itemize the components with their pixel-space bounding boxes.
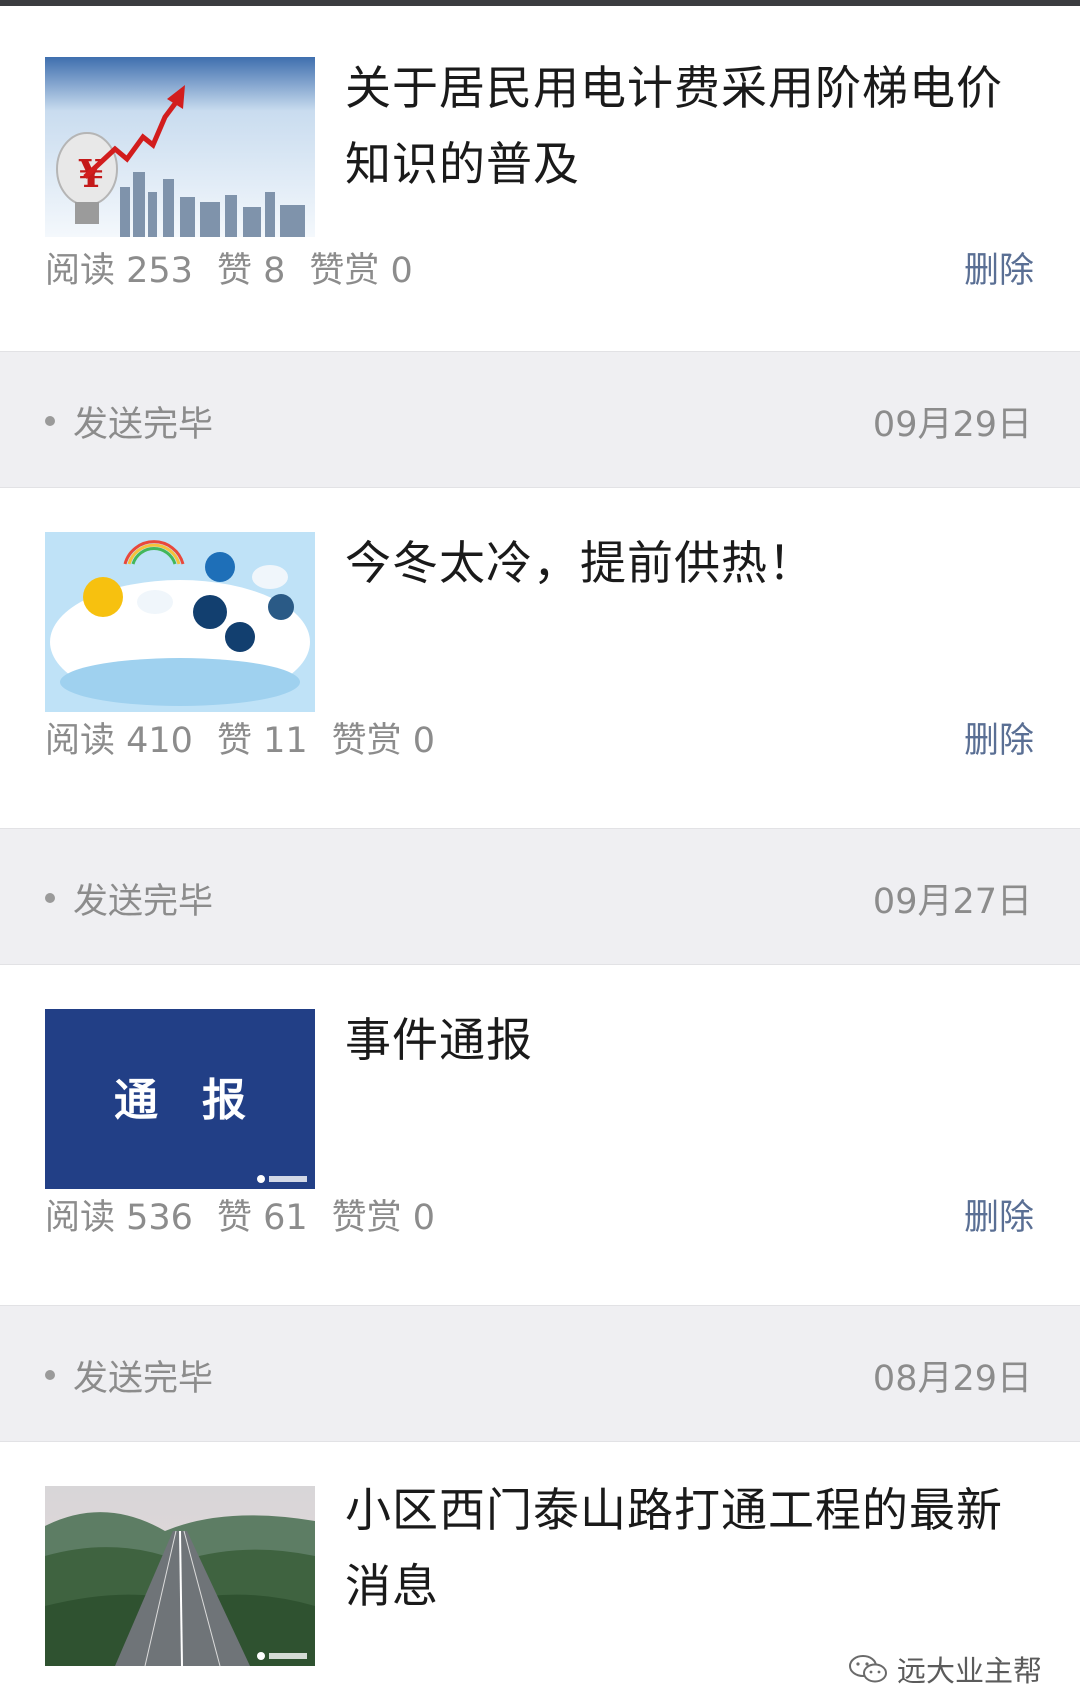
status-dot-icon: [45, 1370, 55, 1380]
delete-button[interactable]: 删除: [964, 712, 1034, 763]
reward-count: 赞赏 0: [309, 251, 413, 291]
highway-thumbnail[interactable]: [45, 1486, 315, 1666]
like-count: 赞 61: [216, 1198, 308, 1238]
send-status-bar: 发送完毕 08月29日: [0, 1305, 1080, 1442]
send-date: 08月29日: [872, 1359, 1032, 1399]
article-card-1[interactable]: ¥ 关于居民用电计费采用阶梯电价知识的普及 阅读 253 赞 8 赞赏 0 删除: [0, 6, 1080, 351]
send-status-bar: 发送完毕 09月27日: [0, 828, 1080, 965]
reward-count: 赞赏 0: [331, 721, 436, 761]
article-stats: 阅读 253 赞 8 赞赏 0: [45, 242, 437, 293]
like-count: 赞 8: [216, 251, 286, 291]
article-stats: 阅读 536 赞 61 赞赏 0: [45, 1189, 459, 1240]
like-count: 赞 11: [216, 721, 308, 761]
weather-thumbnail[interactable]: [45, 532, 315, 712]
article-card-3[interactable]: 通 报 事件通报 阅读 536 赞 61 赞赏 0 删除: [0, 965, 1080, 1305]
delete-button[interactable]: 删除: [964, 242, 1034, 293]
electricity-price-thumbnail[interactable]: ¥: [45, 57, 315, 237]
send-status: 发送完毕: [73, 1359, 214, 1399]
notice-thumbnail[interactable]: 通 报: [45, 1009, 315, 1189]
article-title[interactable]: 关于居民用电计费采用阶梯电价知识的普及: [345, 50, 1035, 202]
send-status-bar: 发送完毕 09月29日: [0, 351, 1080, 488]
article-stats: 阅读 410 赞 11 赞赏 0: [45, 712, 459, 763]
delete-button[interactable]: 删除: [964, 1189, 1034, 1240]
status-dot-icon: [45, 416, 55, 426]
send-status: 发送完毕: [73, 405, 214, 445]
read-count: 阅读 253: [45, 251, 193, 291]
read-count: 阅读 536: [45, 1198, 193, 1238]
reward-count: 赞赏 0: [331, 1198, 436, 1238]
send-status: 发送完毕: [73, 882, 214, 922]
watermark-text: 远大业主帮: [896, 1654, 1042, 1688]
wechat-icon: [848, 1655, 887, 1683]
send-date: 09月27日: [872, 882, 1032, 922]
article-title[interactable]: 事件通报: [345, 1002, 1035, 1078]
article-card-2[interactable]: 今冬太冷，提前供热！ 阅读 410 赞 11 赞赏 0 删除: [0, 488, 1080, 828]
article-title[interactable]: 小区西门泰山路打通工程的最新消息: [345, 1472, 1035, 1624]
read-count: 阅读 410: [45, 721, 193, 761]
watermark: 远大业主帮: [847, 1648, 1042, 1690]
send-date: 09月29日: [872, 405, 1032, 445]
status-dot-icon: [45, 893, 55, 903]
article-title[interactable]: 今冬太冷，提前供热！: [345, 525, 1035, 601]
